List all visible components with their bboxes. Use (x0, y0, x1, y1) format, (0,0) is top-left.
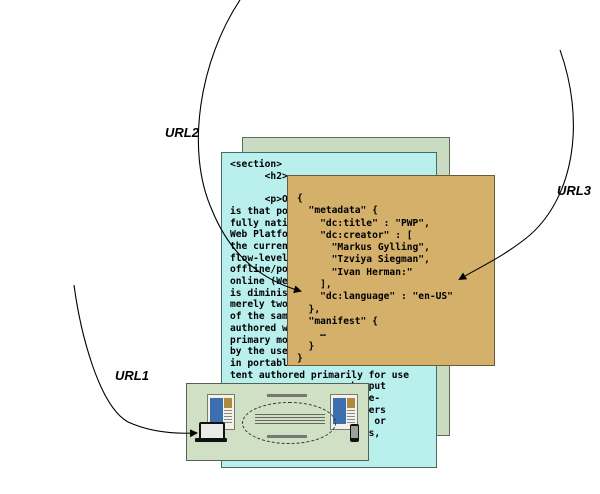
url3-label: URL3 (557, 183, 591, 198)
phone-icon (350, 424, 359, 442)
json-source-text: { "metadata" { "dc:title" : "PWP", "dc:c… (297, 193, 453, 364)
url1-label: URL1 (115, 368, 149, 383)
sync-caption-bottom (267, 435, 307, 438)
url2-label: URL2 (165, 125, 199, 140)
json-manifest-document: { "metadata" { "dc:title" : "PWP", "dc:c… (287, 175, 495, 366)
sync-caption-middle (255, 414, 325, 424)
device-sync-panel (186, 383, 369, 461)
laptop-base-icon (195, 438, 227, 442)
sync-caption-top (267, 394, 307, 397)
url1-arrow (73, 284, 198, 438)
